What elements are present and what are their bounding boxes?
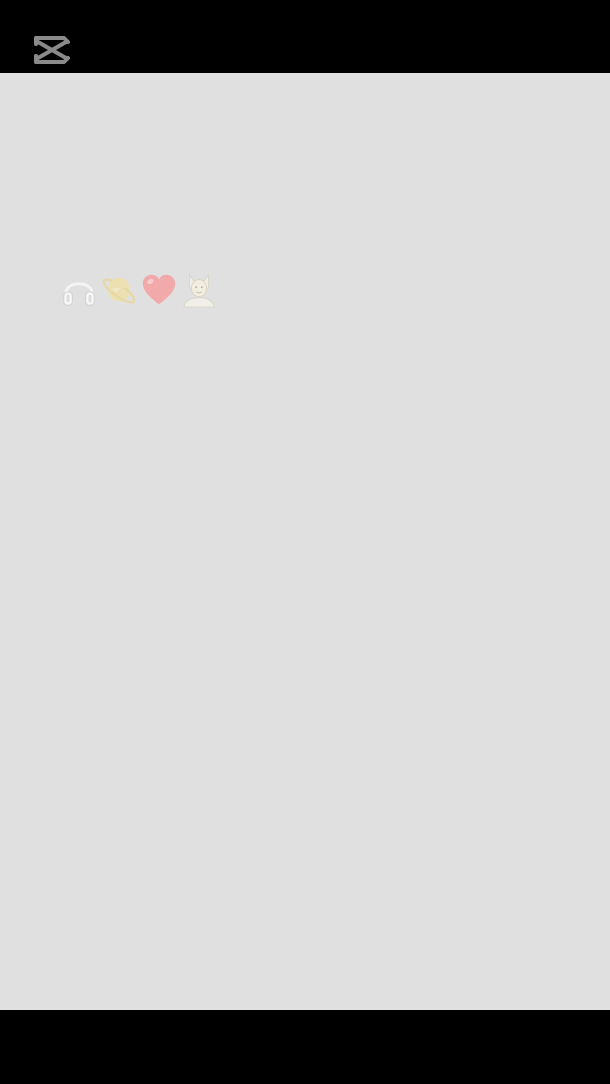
ringed-planet-icon (102, 277, 136, 304)
emoji-overlay[interactable] (60, 269, 218, 311)
top-bar (0, 0, 610, 73)
capcut-logo-icon (34, 36, 70, 64)
headphones-icon (63, 282, 95, 306)
screen (0, 0, 610, 1084)
red-heart-icon (142, 274, 176, 305)
video-canvas[interactable] (0, 73, 610, 1010)
bottom-bar (0, 1010, 610, 1084)
mage-icon (183, 273, 215, 308)
